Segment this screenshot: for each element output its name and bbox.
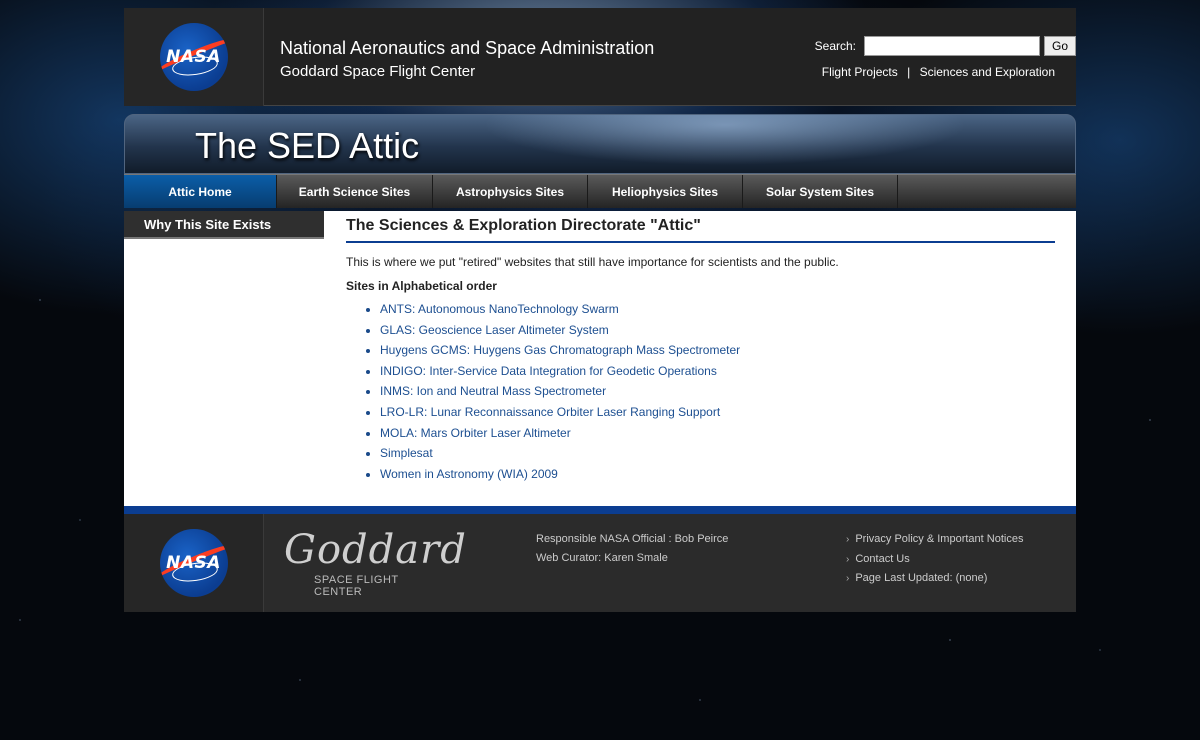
list-item: MOLA: Mars Orbiter Laser Altimeter [380,425,1055,446]
agency-name[interactable]: National Aeronautics and Space Administr… [280,38,654,59]
site-header: NASA National Aeronautics and Space Admi… [124,8,1076,106]
web-curator: Web Curator: Karen Smale [536,552,668,565]
responsible-official: Responsible NASA Official : Bob Peirce [536,533,729,546]
chevron-right-icon: › [846,573,850,585]
footer-last-updated: › Page Last Updated: (none) [846,569,1023,589]
list-item: Simplesat [380,445,1055,466]
flight-projects-link[interactable]: Flight Projects [822,65,898,79]
chevron-right-icon: › [846,534,850,546]
nav-attic-home[interactable]: Attic Home [124,175,277,208]
list-item: INMS: Ion and Neutral Mass Spectrometer [380,383,1055,404]
list-item: LRO-LR: Lunar Reconnaissance Orbiter Las… [380,404,1055,425]
footer-nasa-meatball-logo[interactable]: NASA [159,529,228,598]
list-heading: Sites in Alphabetical order [346,279,497,293]
site-link-indigo[interactable]: INDIGO: Inter-Service Data Integration f… [380,364,717,378]
page-wrapper: NASA National Aeronautics and Space Admi… [124,8,1076,613]
site-footer: NASA Goddard SPACE FLIGHT CENTER Respons… [124,514,1076,613]
footer-nasa-logo-text: NASA [166,553,221,574]
nav-earth-science-sites[interactable]: Earth Science Sites [277,175,433,208]
site-banner: The SED Attic [124,114,1076,174]
privacy-link-label: Privacy Policy & Important Notices [855,533,1024,546]
footer-credits: Responsible NASA Official : Bob Peirce W… [536,530,728,568]
sidebar-item-why-this-site-exists[interactable]: Why This Site Exists [124,211,324,239]
site-link-inms[interactable]: INMS: Ion and Neutral Mass Spectrometer [380,384,606,398]
list-item: GLAS: Geoscience Laser Altimeter System [380,322,1055,343]
footer-link-contact[interactable]: › Contact Us [846,550,1023,570]
main-nav: Attic Home Earth Science Sites Astrophys… [124,174,1076,208]
goddard-logo[interactable]: Goddard SPACE FLIGHT CENTER [264,514,467,612]
link-separator: | [907,65,911,79]
footer-nasa-logo-box[interactable]: NASA [124,514,264,613]
page-title: The Sciences & Exploration Directorate "… [346,217,1055,243]
site-link-glas[interactable]: GLAS: Geoscience Laser Altimeter System [380,323,609,337]
center-name[interactable]: Goddard Space Flight Center [280,63,654,80]
sidebar: Why This Site Exists [124,211,324,506]
site-link-lro-lr[interactable]: LRO-LR: Lunar Reconnaissance Orbiter Las… [380,405,720,419]
list-item: ANTS: Autonomous NanoTechnology Swarm [380,301,1055,322]
list-item: Women in Astronomy (WIA) 2009 [380,466,1055,487]
nasa-logo-text: NASA [166,47,221,67]
main-content: The Sciences & Exploration Directorate "… [324,211,1076,506]
contact-link-label: Contact Us [855,552,910,565]
nav-heliophysics-sites[interactable]: Heliophysics Sites [588,175,743,208]
goddard-script-logo: Goddard [284,527,467,574]
site-link-wia-2009[interactable]: Women in Astronomy (WIA) 2009 [380,467,558,481]
nasa-logo-box[interactable]: NASA [124,8,264,106]
site-list: ANTS: Autonomous NanoTechnology Swarm GL… [380,301,1055,486]
site-link-simplesat[interactable]: Simplesat [380,446,433,460]
last-updated-label: Page Last Updated: (none) [855,572,988,585]
nav-solar-system-sites[interactable]: Solar System Sites [743,175,898,208]
intro-text: This is where we put "retired" websites … [346,255,839,269]
footer-link-privacy[interactable]: › Privacy Policy & Important Notices [846,530,1023,550]
site-link-ants[interactable]: ANTS: Autonomous NanoTechnology Swarm [380,302,619,316]
search-input[interactable] [864,36,1040,56]
site-link-mola[interactable]: MOLA: Mars Orbiter Laser Altimeter [380,426,571,440]
search-go-button[interactable]: Go [1044,36,1076,56]
nav-astrophysics-sites[interactable]: Astrophysics Sites [433,175,588,208]
list-item: INDIGO: Inter-Service Data Integration f… [380,363,1055,384]
footer-links: › Privacy Policy & Important Notices › Con… [846,530,1023,589]
content-area: Why This Site Exists The Sciences & Expl… [124,211,1076,507]
search-label: Search: [814,39,856,53]
top-links: Flight Projects | Sciences and Explorati… [822,65,1055,79]
sciences-exploration-link[interactable]: Sciences and Exploration [920,65,1055,79]
chevron-right-icon: › [846,553,850,565]
goddard-sub-logo: SPACE FLIGHT CENTER [314,574,399,599]
nasa-meatball-logo[interactable]: NASA [159,23,228,91]
list-item: Huygens GCMS: Huygens Gas Chromatograph … [380,342,1055,363]
agency-title-block: National Aeronautics and Space Administr… [264,8,654,105]
footer-divider [124,506,1076,515]
search-area: Search: Go [815,36,1076,56]
banner-title[interactable]: The SED Attic [195,125,419,167]
site-link-huygens-gcms[interactable]: Huygens GCMS: Huygens Gas Chromatograph … [380,343,740,357]
